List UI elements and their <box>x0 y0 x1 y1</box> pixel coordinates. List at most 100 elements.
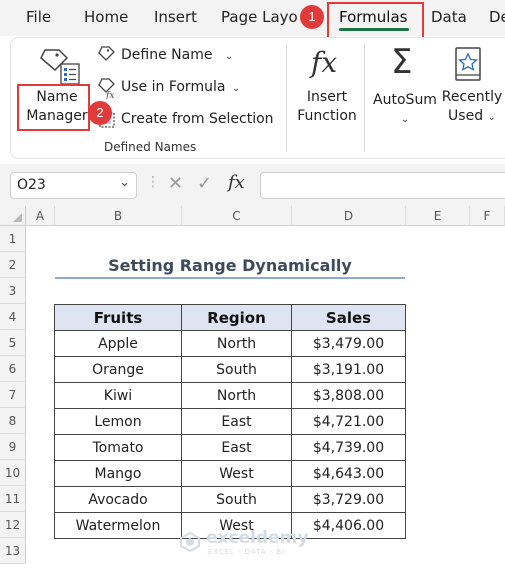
name-manager-icon <box>40 49 80 85</box>
menu-page-layout[interactable]: Page Layo <box>221 8 298 26</box>
table-row: Lemon East $4,721.00 <box>54 408 406 435</box>
step-badge-2: 2 <box>88 101 112 125</box>
column-header-e[interactable]: E <box>406 206 470 226</box>
table-row: Kiwi North $3,808.00 <box>54 382 406 409</box>
enter-icon[interactable]: ✓ <box>197 173 212 194</box>
cell-sales[interactable]: $3,479.00 <box>291 330 406 357</box>
cell-region[interactable]: North <box>181 382 292 409</box>
column-header-f[interactable]: F <box>470 206 505 226</box>
define-name-label: Define Name <box>121 47 213 63</box>
row-header-2[interactable]: 2 <box>0 252 26 278</box>
worksheet-grid: A B C D E F 1 2 3 4 5 6 7 8 9 10 11 12 1… <box>0 206 505 574</box>
column-header-a[interactable]: A <box>26 206 55 226</box>
cell-region[interactable]: North <box>181 330 292 357</box>
column-header-d[interactable]: D <box>292 206 406 226</box>
use-in-formula-button[interactable]: Use in Formula ⌄ <box>121 79 240 95</box>
recently-used-icon <box>455 47 481 81</box>
more-options-icon[interactable]: ⋮ <box>146 174 160 190</box>
fruit-sales-table: Fruits Region Sales Apple North $3,479.0… <box>54 304 406 539</box>
cell-fruit[interactable]: Tomato <box>54 434 182 461</box>
column-header-b[interactable]: B <box>55 206 182 226</box>
formula-input[interactable] <box>260 172 505 199</box>
cell-fruit[interactable]: Watermelon <box>54 512 182 539</box>
recently-used-label-line2: Used <box>448 108 484 124</box>
cell-sales[interactable]: $4,739.00 <box>291 434 406 461</box>
cell-fruit[interactable]: Apple <box>54 330 182 357</box>
header-fruits[interactable]: Fruits <box>54 304 182 331</box>
header-sales[interactable]: Sales <box>291 304 406 331</box>
cell-fruit[interactable]: Kiwi <box>54 382 182 409</box>
recently-used-button[interactable]: Recently Used ⌄ <box>439 88 505 127</box>
name-box[interactable]: O23 ⌄ <box>10 172 137 199</box>
cell-fruit[interactable]: Mango <box>54 460 182 487</box>
chevron-down-icon: ⌄ <box>487 112 496 123</box>
row-header-9[interactable]: 9 <box>0 434 26 460</box>
create-from-selection-button[interactable]: Create from Selection <box>121 111 274 127</box>
table-row: Mango West $4,643.00 <box>54 460 406 487</box>
row-header-11[interactable]: 11 <box>0 486 26 512</box>
cell-sales[interactable]: $4,643.00 <box>291 460 406 487</box>
row-header-1[interactable]: 1 <box>0 226 26 252</box>
use-in-formula-label: Use in Formula <box>121 79 226 95</box>
exceldemy-logo-icon <box>180 531 200 553</box>
name-manager-highlight-box <box>17 84 90 131</box>
formula-bar: O23 ⌄ ⋮ ✕ ✓ fx <box>0 164 505 206</box>
insert-function-button[interactable]: Insert Function <box>293 88 361 126</box>
table-row: Tomato East $4,739.00 <box>54 434 406 461</box>
row-header-12[interactable]: 12 <box>0 512 26 538</box>
cell-region[interactable]: West <box>181 460 292 487</box>
header-region[interactable]: Region <box>181 304 292 331</box>
insert-function-icon[interactable]: fx <box>228 172 245 193</box>
watermark-name: exceldemy <box>206 528 309 548</box>
column-header-c[interactable]: C <box>182 206 292 226</box>
cell-sales[interactable]: $3,191.00 <box>291 356 406 383</box>
cancel-icon[interactable]: ✕ <box>168 173 183 194</box>
autosum-button[interactable]: AutoSum ⌄ <box>371 91 439 129</box>
cell-region[interactable]: South <box>181 356 292 383</box>
cell-fruit[interactable]: Orange <box>54 356 182 383</box>
formulas-highlight-box <box>327 2 424 42</box>
cell-sales[interactable]: $4,721.00 <box>291 408 406 435</box>
use-in-formula-icon: fx <box>98 78 115 99</box>
table-row: Apple North $3,479.00 <box>54 330 406 357</box>
chevron-down-icon: ⌄ <box>224 51 234 62</box>
cell-sales[interactable]: $3,808.00 <box>291 382 406 409</box>
table-header-row: Fruits Region Sales <box>54 304 406 331</box>
table-row: Orange South $3,191.00 <box>54 356 406 383</box>
name-box-value: O23 <box>17 177 46 193</box>
row-header-3[interactable]: 3 <box>0 278 26 304</box>
table-row: Avocado South $3,729.00 <box>54 486 406 513</box>
insert-function-icon: fx <box>311 46 338 79</box>
ribbon-separator <box>364 44 365 152</box>
cell-sales[interactable]: $3,729.00 <box>291 486 406 513</box>
cell-region[interactable]: East <box>181 434 292 461</box>
menu-file[interactable]: File <box>26 8 51 26</box>
recently-used-label-line1: Recently <box>441 89 503 105</box>
cell-region[interactable]: East <box>181 408 292 435</box>
row-header-7[interactable]: 7 <box>0 382 26 408</box>
row-header-13[interactable]: 13 <box>0 538 26 564</box>
chevron-down-icon: ⌄ <box>400 114 410 125</box>
cell-fruit[interactable]: Avocado <box>54 486 182 513</box>
menu-bar: File Home Insert Page Layo Formulas Data… <box>0 0 505 36</box>
chevron-down-icon[interactable]: ⌄ <box>119 175 130 190</box>
row-header-6[interactable]: 6 <box>0 356 26 382</box>
row-header-4[interactable]: 4 <box>0 304 26 330</box>
menu-developer[interactable]: De <box>489 8 505 26</box>
row-header-5[interactable]: 5 <box>0 330 26 356</box>
row-header-8[interactable]: 8 <box>0 408 26 434</box>
cell-region[interactable]: South <box>181 486 292 513</box>
menu-data[interactable]: Data <box>431 8 467 26</box>
menu-insert[interactable]: Insert <box>154 8 197 26</box>
menu-home[interactable]: Home <box>84 8 128 26</box>
cell-fruit[interactable]: Lemon <box>54 408 182 435</box>
title-underline <box>55 277 405 279</box>
sheet-title: Setting Range Dynamically <box>108 256 352 275</box>
cell-sales[interactable]: $4,406.00 <box>291 512 406 539</box>
row-header-10[interactable]: 10 <box>0 460 26 486</box>
watermark-tagline: EXCEL · DATA · BI <box>208 548 286 556</box>
autosum-icon: Σ <box>391 42 413 82</box>
autosum-label: AutoSum <box>373 92 437 108</box>
define-name-button[interactable]: Define Name ⌄ <box>121 47 233 63</box>
select-all-corner[interactable] <box>0 206 26 226</box>
